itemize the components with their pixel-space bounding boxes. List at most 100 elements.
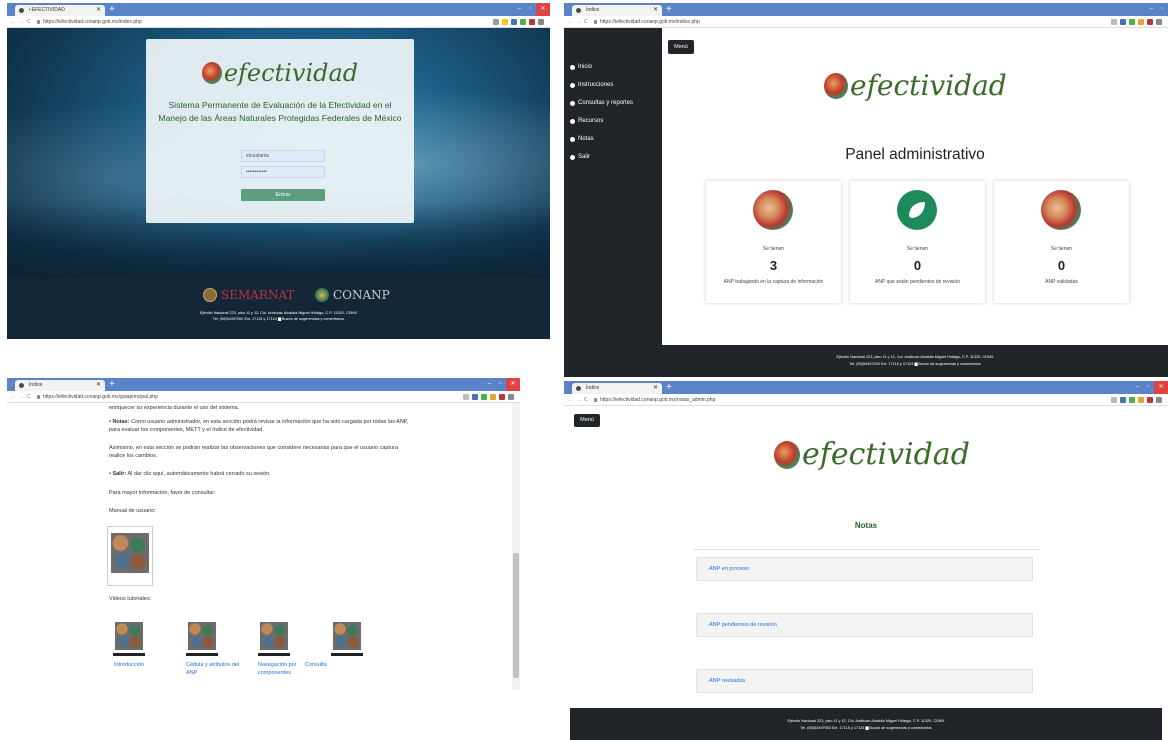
url-text[interactable]: https://iefectividad.conanp.gob.mx/indic… xyxy=(600,16,700,28)
new-tab-icon[interactable]: + xyxy=(109,378,115,391)
video-thumbnail[interactable] xyxy=(331,620,363,658)
menu-dots-icon[interactable] xyxy=(508,394,514,400)
sidebar-item-consultas[interactable]: Consultas y reportes xyxy=(570,100,633,106)
menu-dots-icon[interactable] xyxy=(538,19,544,25)
maximize-icon[interactable]: ▫ xyxy=(1143,381,1154,394)
card-count: 3 xyxy=(769,258,778,273)
extension-icon[interactable] xyxy=(472,394,478,400)
url-text[interactable]: https://iefectividad.conanp.gob.mx/notas… xyxy=(600,394,715,406)
user-icon xyxy=(570,136,575,142)
gear-icon xyxy=(570,154,575,160)
close-tab-icon[interactable]: ✕ xyxy=(96,5,101,16)
url-text[interactable]: https://iefectividad.conanp.gob.mx/guiap… xyxy=(43,391,158,403)
maximize-icon[interactable]: ▫ xyxy=(525,3,536,16)
tab-bar: Índice ✕ + – ▫ ✕ xyxy=(564,381,1168,394)
cast-icon[interactable] xyxy=(493,19,499,25)
close-tab-icon[interactable]: ✕ xyxy=(653,383,658,394)
menu-button[interactable]: Menú xyxy=(668,40,694,54)
extension-icon[interactable] xyxy=(1138,397,1144,403)
star-icon[interactable] xyxy=(502,19,508,25)
address-bar[interactable]: ←→C https://iefectividad.conanp.gob.mx/i… xyxy=(7,16,550,28)
video-link-introduccion[interactable]: Introducción xyxy=(114,661,174,669)
extension-icon[interactable] xyxy=(481,394,487,400)
address-bar[interactable]: ←→C https://iefectividad.conanp.gob.mx/n… xyxy=(564,394,1168,406)
extension-icon[interactable] xyxy=(1120,397,1126,403)
accordion-anp-en-proceso[interactable]: ANP en proceso xyxy=(696,557,1033,581)
minimize-icon[interactable]: – xyxy=(484,378,495,391)
extension-icon[interactable] xyxy=(499,394,505,400)
accordion-anp-pendientes[interactable]: ANP pendientes de revisión xyxy=(696,613,1033,637)
iefectividad-logo: efectividad xyxy=(824,69,1007,102)
url-text[interactable]: https://iefectividad.conanp.gob.mx/index… xyxy=(43,16,142,28)
menu-dots-icon[interactable] xyxy=(1156,397,1162,403)
star-icon[interactable] xyxy=(1111,397,1117,403)
new-tab-icon[interactable]: + xyxy=(666,381,672,394)
nav-arrows-icon[interactable]: ←→C xyxy=(11,391,34,403)
sidebar-item-salir[interactable]: Salir xyxy=(570,154,590,160)
sidebar-item-instrucciones[interactable]: Instrucciones xyxy=(570,82,613,88)
star-icon[interactable] xyxy=(463,394,469,400)
scrollbar-thumb[interactable] xyxy=(513,553,519,678)
minimize-icon[interactable]: – xyxy=(1146,3,1157,16)
scrollbar[interactable] xyxy=(512,403,520,690)
leaf-icon xyxy=(897,190,937,230)
close-window-icon[interactable]: ✕ xyxy=(1154,381,1168,394)
maximize-icon[interactable]: ▫ xyxy=(1157,3,1168,16)
close-window-icon[interactable]: ✕ xyxy=(506,378,520,391)
nav-arrows-icon[interactable]: ←→C xyxy=(568,394,591,406)
video-thumbnail[interactable] xyxy=(258,620,290,658)
video-thumbnail[interactable] xyxy=(186,620,218,658)
footer-contact[interactable]: Tel. (55)54497000 Ext. 17115 y 17124 ▆ B… xyxy=(662,361,1168,366)
sidebar-item-inicio[interactable]: Inicio xyxy=(570,64,592,70)
close-window-icon[interactable]: ✕ xyxy=(536,3,550,16)
footer-contact[interactable]: Tel. (55)54497000 Ext. 17115 y 17124 ▆ B… xyxy=(570,725,1162,730)
browser-tab[interactable]: Índice ✕ xyxy=(572,5,662,16)
minimize-icon[interactable]: – xyxy=(1132,381,1143,394)
extension-icon[interactable] xyxy=(1129,397,1135,403)
browser-tab[interactable]: i-EFECTIVIDAD ✕ xyxy=(15,5,105,16)
new-tab-icon[interactable]: + xyxy=(109,3,115,16)
video-bar xyxy=(113,653,145,656)
extension-icon[interactable] xyxy=(1147,397,1153,403)
new-tab-icon[interactable]: + xyxy=(666,3,672,16)
extension-icon[interactable] xyxy=(1147,19,1153,25)
card-description: ANP trabajando en la captura de informac… xyxy=(723,279,824,285)
extension-icon[interactable] xyxy=(1129,19,1135,25)
address-bar[interactable]: ←→C https://iefectividad.conanp.gob.mx/i… xyxy=(564,16,1168,28)
nav-arrows-icon[interactable]: ←→C xyxy=(11,16,34,28)
close-tab-icon[interactable]: ✕ xyxy=(96,380,101,391)
password-input[interactable]: •••••••••••• xyxy=(241,166,325,178)
accordion-anp-revisadas[interactable]: ANP revisadas xyxy=(696,669,1033,693)
video-bar xyxy=(258,653,290,656)
video-link-consulta[interactable]: Consulta xyxy=(305,661,365,669)
extension-icon[interactable] xyxy=(529,19,535,25)
star-icon[interactable] xyxy=(1111,19,1117,25)
menu-dots-icon[interactable] xyxy=(1156,19,1162,25)
sidebar-item-recursos[interactable]: Recursos xyxy=(570,118,603,124)
manual-thumbnail[interactable] xyxy=(107,526,153,586)
close-tab-icon[interactable]: ✕ xyxy=(653,5,658,16)
extension-icon[interactable] xyxy=(520,19,526,25)
anp-logo-icon xyxy=(753,190,793,230)
sidebar-item-notas[interactable]: Notas xyxy=(570,136,594,142)
extension-icon[interactable] xyxy=(1120,19,1126,25)
tab-title: Índice xyxy=(586,7,600,13)
extension-icon[interactable] xyxy=(511,19,517,25)
paragraph-videos: Videos tutoriales: xyxy=(109,596,152,602)
address-bar[interactable]: ←→C https://iefectividad.conanp.gob.mx/g… xyxy=(7,391,520,403)
sidebar: Inicio Instrucciones Consultas y reporte… xyxy=(564,28,662,377)
browser-tab[interactable]: Índice ✕ xyxy=(15,380,105,391)
footer-contact[interactable]: Tel. (55)54497000 Ext. 17115 y 17124 ▆ B… xyxy=(7,316,550,321)
username-input[interactable]: etsustama xyxy=(241,150,325,162)
browser-tab[interactable]: Índice ✕ xyxy=(572,383,662,394)
extension-icon[interactable] xyxy=(1138,19,1144,25)
lock-icon xyxy=(594,398,597,402)
nav-arrows-icon[interactable]: ←→C xyxy=(568,16,591,28)
extension-icon[interactable] xyxy=(490,394,496,400)
minimize-icon[interactable]: – xyxy=(514,3,525,16)
menu-button[interactable]: Menú xyxy=(574,414,600,427)
video-thumbnail[interactable] xyxy=(113,620,145,658)
maximize-icon[interactable]: ▫ xyxy=(495,378,506,391)
video-link-cedula[interactable]: Cédula y atributos del ANP xyxy=(186,661,246,677)
login-button[interactable]: Entrar xyxy=(241,189,325,201)
